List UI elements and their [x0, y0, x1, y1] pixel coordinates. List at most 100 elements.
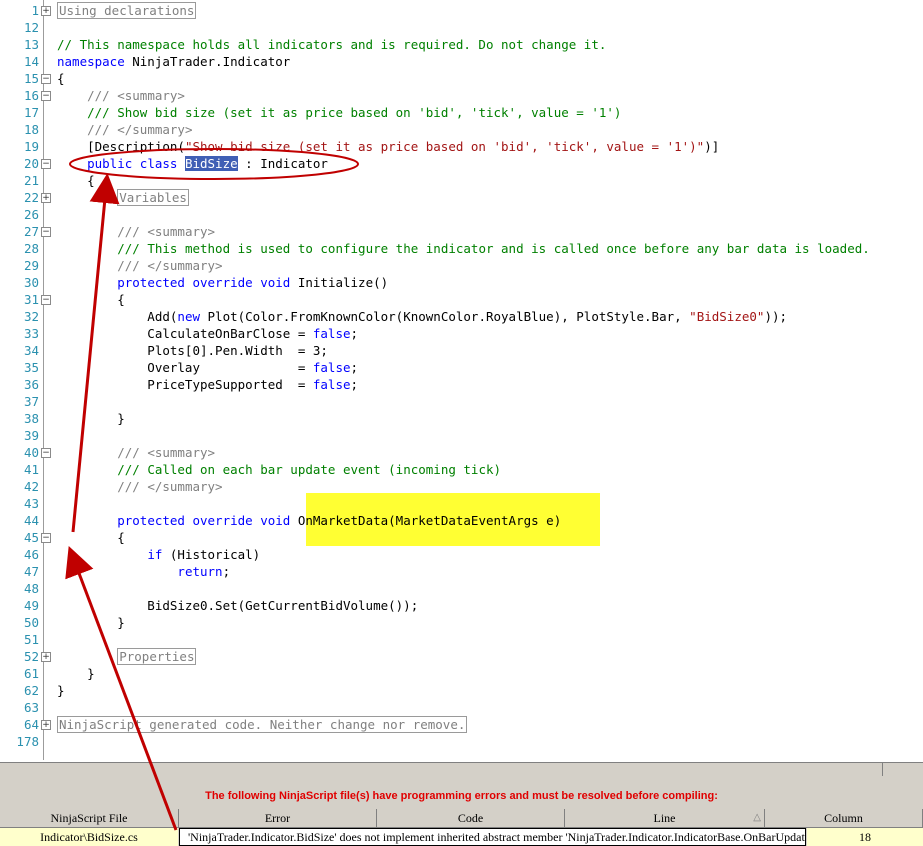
code-text: /// Show bid size (set it as price based… — [57, 104, 621, 121]
code-line[interactable]: 12 — [0, 19, 923, 36]
code-line[interactable]: 51 — [0, 631, 923, 648]
collapse-icon[interactable]: − — [41, 74, 51, 84]
code-text: return; — [57, 563, 230, 580]
code-line[interactable]: 31− { — [0, 291, 923, 308]
code-line[interactable]: 1 + Using declarations — [0, 2, 923, 19]
code-line[interactable]: 63 — [0, 699, 923, 716]
code-token: Properties — [117, 648, 197, 665]
code-line[interactable]: 14 namespace NinjaTrader.Indicator — [0, 53, 923, 70]
code-token: false — [312, 377, 351, 392]
code-token: false — [312, 326, 351, 341]
code-line[interactable]: 36 PriceTypeSupported = false; — [0, 376, 923, 393]
code-line[interactable]: 43 — [0, 495, 923, 512]
collapse-icon[interactable]: − — [41, 91, 51, 101]
code-token: NinjaScript generated code. Neither chan… — [57, 716, 468, 733]
code-line[interactable]: 30 protected override void Initialize() — [0, 274, 923, 291]
line-number: 14 — [23, 54, 39, 69]
code-line[interactable]: 16− /// <summary> — [0, 87, 923, 104]
code-line[interactable]: 38 } — [0, 410, 923, 427]
code-line[interactable]: 49 BidSize0.Set(GetCurrentBidVolume()); — [0, 597, 923, 614]
code-line[interactable]: 32 Add(new Plot(Color.FromKnownColor(Kno… — [0, 308, 923, 325]
collapse-icon[interactable]: − — [41, 295, 51, 305]
code-line[interactable]: 26 — [0, 206, 923, 223]
code-token: ; — [350, 377, 359, 392]
code-line[interactable]: 37 — [0, 393, 923, 410]
column-header-line[interactable]: Line △ — [565, 809, 765, 828]
code-token: /// <summary> — [117, 224, 216, 239]
code-line[interactable]: 47 return; — [0, 563, 923, 580]
code-line[interactable]: 29 /// </summary> — [0, 257, 923, 274]
error-file-cell[interactable]: Indicator\BidSize.cs — [0, 828, 178, 846]
code-line[interactable]: 35 Overlay = false; — [0, 359, 923, 376]
expand-icon[interactable]: + — [41, 193, 51, 203]
code-line[interactable]: 45− { — [0, 529, 923, 546]
line-number: 45 — [23, 530, 39, 545]
code-line[interactable]: 41 /// Called on each bar update event (… — [0, 461, 923, 478]
code-line[interactable]: 46 if (Historical) — [0, 546, 923, 563]
collapse-icon[interactable]: − — [41, 533, 51, 543]
code-line[interactable]: 28 /// This method is used to configure … — [0, 240, 923, 257]
code-text: } — [57, 682, 65, 699]
code-text: Plots[0].Pen.Width = 3; — [57, 342, 328, 359]
collapse-icon[interactable]: − — [41, 448, 51, 458]
code-line[interactable]: 39 — [0, 427, 923, 444]
code-editor[interactable]: 1 + Using declarations 12 13// This namespac… — [0, 0, 923, 762]
code-line[interactable]: 20− public class BidSize : Indicator — [0, 155, 923, 172]
collapse-icon[interactable]: − — [41, 227, 51, 237]
code-text: Variables — [57, 189, 189, 206]
code-text: protected override void Initialize() — [57, 274, 388, 291]
column-header-column[interactable]: Column — [765, 809, 923, 828]
code-line[interactable]: 17 /// Show bid size (set it as price ba… — [0, 104, 923, 121]
error-message-cell[interactable]: 'NinjaTrader.Indicator.BidSize' does not… — [179, 828, 806, 846]
code-line[interactable]: 42 /// </summary> — [0, 478, 923, 495]
collapse-icon[interactable]: − — [41, 159, 51, 169]
code-text: /// </summary> — [57, 121, 192, 138]
code-line[interactable]: 22 + Variables — [0, 189, 923, 206]
code-line[interactable]: 40− /// <summary> — [0, 444, 923, 461]
code-token: public class — [87, 156, 178, 171]
code-text: Properties — [57, 648, 197, 665]
code-line[interactable]: 33 CalculateOnBarClose = false; — [0, 325, 923, 342]
code-line[interactable]: 18 /// </summary> — [0, 121, 923, 138]
horizontal-scrollbar[interactable] — [0, 762, 923, 777]
code-line[interactable]: 34 Plots[0].Pen.Width = 3; — [0, 342, 923, 359]
expand-icon[interactable]: + — [41, 720, 51, 730]
line-number: 36 — [23, 377, 39, 392]
code-line[interactable]: 15−{ — [0, 70, 923, 87]
scroll-right-button[interactable] — [882, 763, 923, 776]
code-line[interactable]: 19 [Description("Show bid size (set it a… — [0, 138, 923, 155]
code-token: PriceTypeSupported = — [57, 377, 313, 392]
line-number: 63 — [23, 700, 39, 715]
line-number: 26 — [23, 207, 39, 222]
code-line[interactable]: 64 + NinjaScript generated code. Neither c… — [0, 716, 923, 733]
code-line[interactable]: 21 { — [0, 172, 923, 189]
column-header-file[interactable]: NinjaScript File — [0, 809, 179, 828]
code-line[interactable]: 50 } — [0, 614, 923, 631]
line-number: 47 — [23, 564, 39, 579]
expand-icon[interactable]: + — [41, 6, 51, 16]
line-number: 29 — [23, 258, 39, 273]
code-line[interactable]: 52 + Properties — [0, 648, 923, 665]
code-line[interactable]: 48 — [0, 580, 923, 597]
error-column-cell[interactable]: 18 — [807, 828, 923, 846]
code-text: Using declarations — [57, 2, 197, 19]
column-header-code[interactable]: Code — [377, 809, 565, 828]
code-text: } — [57, 410, 125, 427]
line-number: 19 — [23, 139, 39, 154]
code-line[interactable]: 27− /// <summary> — [0, 223, 923, 240]
code-line[interactable]: 62} — [0, 682, 923, 699]
code-line[interactable]: 61 } — [0, 665, 923, 682]
code-line[interactable]: 13 // This namespace holds all indicators… — [0, 36, 923, 53]
code-line[interactable]: 178 — [0, 733, 923, 750]
error-panel: The following NinjaScript file(s) have p… — [0, 787, 923, 846]
code-line[interactable]: 44 protected override void OnMarketData(… — [0, 512, 923, 529]
code-token: )] — [704, 139, 720, 154]
code-token: namespace — [57, 54, 125, 69]
column-header-error[interactable]: Error — [179, 809, 377, 828]
code-text: public class BidSize : Indicator — [57, 155, 328, 172]
expand-icon[interactable]: + — [41, 652, 51, 662]
